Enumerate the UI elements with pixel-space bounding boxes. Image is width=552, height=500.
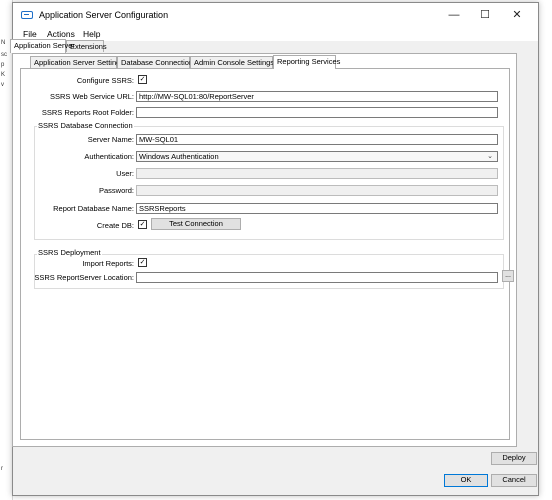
tab-application-server-settings[interactable]: Application Server Settings — [30, 56, 124, 68]
tab-application-server[interactable]: Application Server — [10, 39, 75, 53]
deploy-button[interactable]: Deploy — [491, 452, 537, 465]
report-database-name-field[interactable]: SSRSReports — [136, 203, 498, 214]
test-connection-button[interactable]: Test Connection — [151, 218, 241, 230]
authentication-label: Authentication: — [84, 152, 134, 161]
ok-button[interactable]: OK — [444, 474, 488, 487]
title-bar[interactable]: Application Server Configuration — ☐ ✕ — [13, 3, 538, 27]
browse-button[interactable]: ... — [502, 270, 514, 282]
deployment-group-title: SSRS Deployment — [37, 248, 102, 257]
menu-bar: File Actions Help — [13, 27, 538, 41]
password-label: Password: — [98, 186, 134, 195]
import-reports-checkbox[interactable]: ✓ — [138, 258, 147, 267]
create-db-label: Create DB: — [96, 221, 134, 230]
chevron-down-icon: ⌄ — [487, 153, 493, 160]
background-text: v — [1, 82, 4, 88]
background-text: N — [1, 40, 6, 46]
report-server-location-label: SSRS ReportServer Location: — [34, 273, 134, 282]
server-name-field[interactable]: MW-SQL01 — [136, 134, 498, 145]
configure-ssrs-checkbox[interactable]: ✓ — [138, 75, 147, 84]
tab-reporting-services[interactable]: Reporting Services — [273, 55, 340, 69]
web-service-url-field[interactable]: http://MW-SQL01:80/ReportServer — [136, 91, 498, 102]
menu-help[interactable]: Help — [83, 29, 100, 39]
menu-file[interactable]: File — [23, 29, 37, 39]
create-db-checkbox[interactable]: ✓ — [138, 220, 147, 229]
report-server-location-field[interactable] — [136, 272, 498, 283]
tab-database-connection[interactable]: Database Connection — [117, 56, 193, 68]
background-text: p — [1, 62, 5, 68]
password-field[interactable] — [136, 185, 498, 196]
background-text: r — [1, 466, 3, 472]
authentication-value: Windows Authentication — [139, 152, 219, 161]
configure-ssrs-label: Configure SSRS: — [76, 76, 134, 85]
background-text: K — [1, 72, 6, 78]
minimize-button[interactable]: — — [441, 7, 467, 23]
import-reports-label: Import Reports: — [82, 259, 134, 268]
app-window-icon — [21, 11, 33, 19]
window-title: Application Server Configuration — [39, 10, 169, 20]
database-group-title: SSRS Database Connection — [37, 121, 134, 130]
background-text: sc — [1, 52, 7, 58]
authentication-dropdown[interactable]: Windows Authentication ⌄ — [136, 151, 498, 162]
report-database-name-label: Report Database Name: — [53, 204, 134, 213]
root-folder-label: SSRS Reports Root Folder: — [41, 108, 134, 117]
tab-admin-console-settings[interactable]: Admin Console Settings — [190, 56, 274, 68]
user-label: User: — [116, 169, 134, 178]
server-name-label: Server Name: — [87, 135, 134, 144]
web-service-url-label: SSRS Web Service URL: — [49, 92, 134, 101]
root-folder-field[interactable] — [136, 107, 498, 118]
user-field[interactable] — [136, 168, 498, 179]
close-button[interactable]: ✕ — [504, 7, 530, 23]
cancel-button[interactable]: Cancel — [491, 474, 537, 487]
menu-actions[interactable]: Actions — [47, 29, 75, 39]
maximize-button[interactable]: ☐ — [472, 7, 498, 23]
